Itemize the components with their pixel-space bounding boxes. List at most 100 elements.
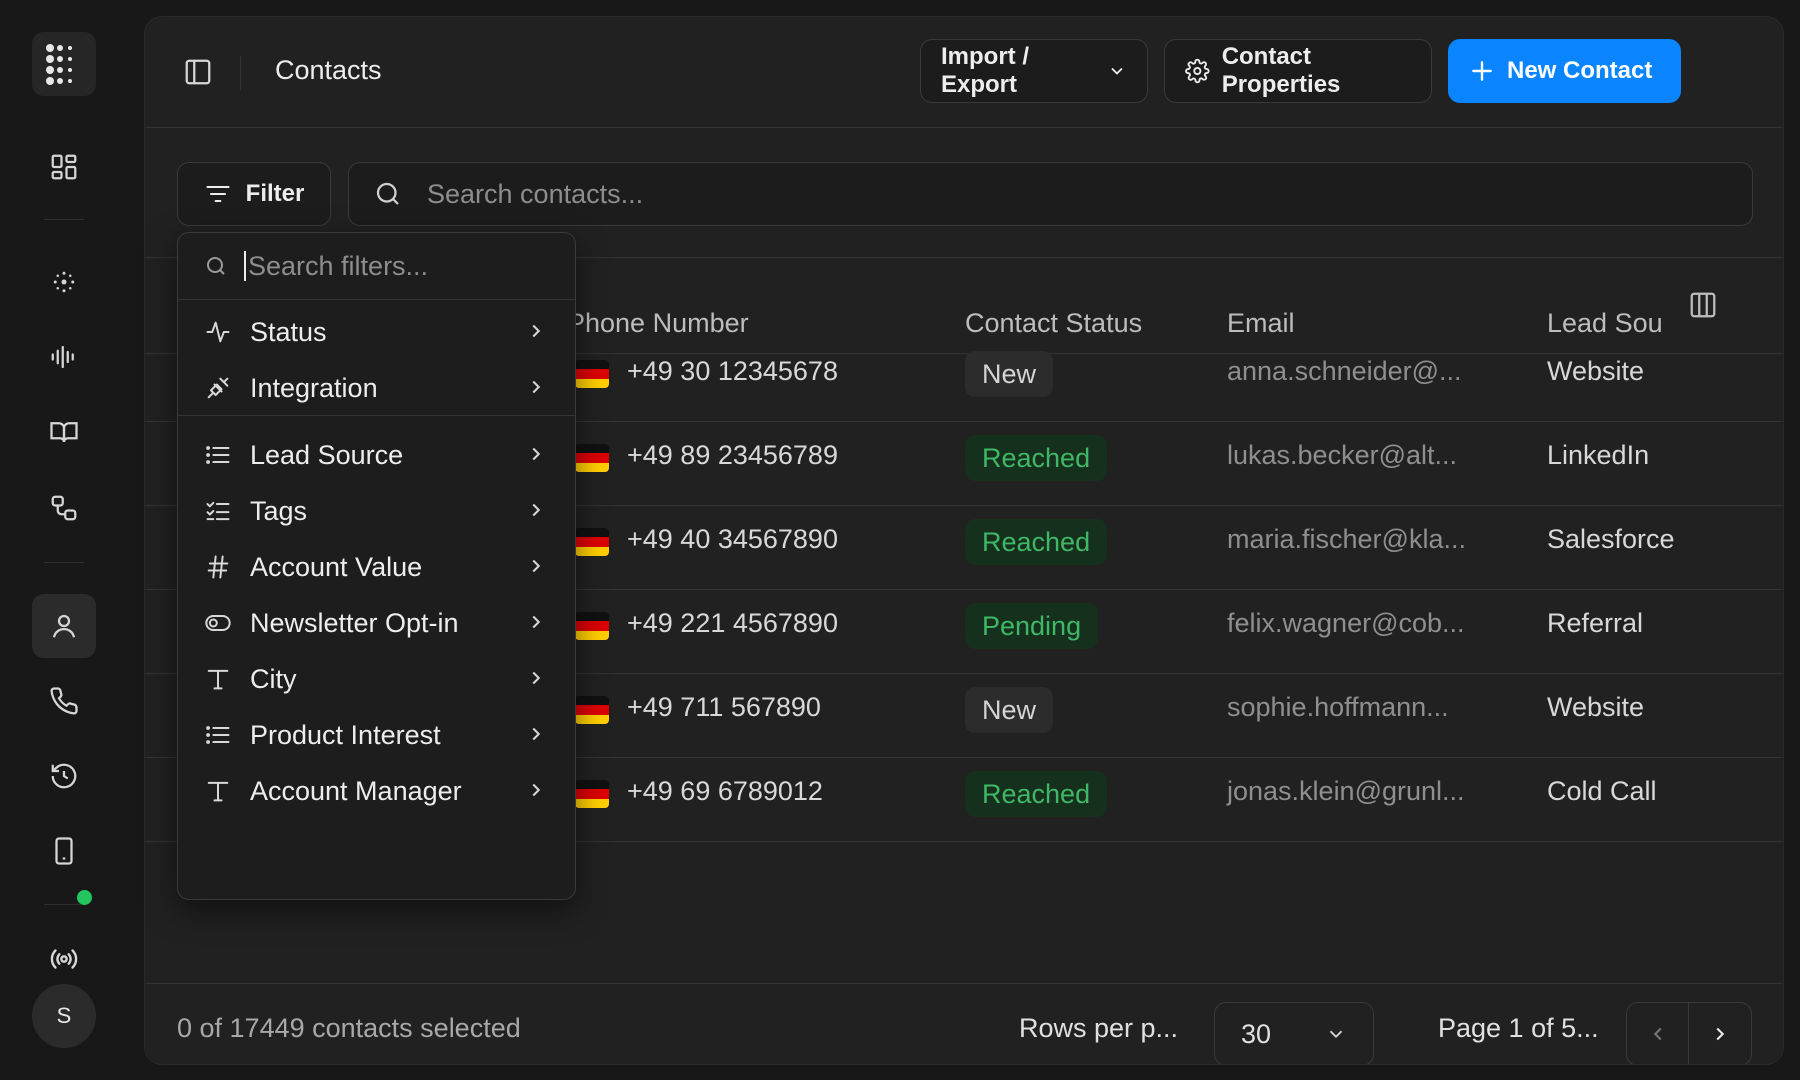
rows-per-page-label: Rows per p... bbox=[1019, 1013, 1179, 1043]
filter-item-account-value[interactable]: Account Value bbox=[178, 535, 575, 599]
sidebar-toggle-button[interactable] bbox=[183, 57, 213, 87]
columns-icon bbox=[1690, 292, 1716, 318]
online-status-dot bbox=[77, 890, 92, 905]
filter-item-lead-source[interactable]: Lead Source bbox=[178, 423, 575, 487]
filter-label: Filter bbox=[245, 180, 305, 207]
phone-icon bbox=[50, 687, 78, 715]
app-logo[interactable] bbox=[32, 32, 96, 96]
chevron-right-icon bbox=[525, 555, 547, 577]
rows-per-page-select[interactable]: 30 bbox=[1214, 1002, 1374, 1064]
mobile-icon bbox=[55, 837, 73, 865]
search-icon bbox=[207, 257, 225, 275]
status-badge: Reached bbox=[965, 435, 1108, 481]
import-export-label: Import / Export bbox=[941, 43, 1029, 98]
search-input[interactable]: Search contacts... bbox=[348, 162, 1753, 226]
filter-item-label: Status bbox=[250, 316, 327, 347]
text-icon bbox=[202, 663, 234, 695]
filter-item-label: Newsletter Opt-in bbox=[250, 607, 459, 638]
filter-item-integration[interactable]: Integration bbox=[178, 356, 575, 420]
import-export-button[interactable]: Import / Export bbox=[920, 39, 1148, 103]
chevron-right-icon bbox=[1716, 1027, 1725, 1041]
email-cell[interactable]: lukas.becker@alt... bbox=[1227, 440, 1457, 471]
sidebar-item-agents[interactable] bbox=[32, 250, 96, 314]
email-cell[interactable]: felix.wagner@cob... bbox=[1227, 608, 1465, 639]
email-cell[interactable]: maria.fischer@kla... bbox=[1227, 524, 1466, 555]
filter-item-label: Tags bbox=[250, 495, 308, 526]
chevron-down-icon bbox=[1329, 1030, 1343, 1039]
gear-icon bbox=[1185, 58, 1210, 84]
dashboard-icon bbox=[51, 154, 77, 180]
filter-item-label: Account Value bbox=[250, 551, 423, 582]
email-cell[interactable]: jonas.klein@grunl... bbox=[1227, 776, 1465, 807]
list-icon bbox=[202, 439, 234, 471]
toggle-icon bbox=[202, 607, 234, 639]
chevron-right-icon bbox=[525, 499, 547, 521]
new-contact-label: New Contact bbox=[1507, 57, 1653, 84]
plug-icon bbox=[202, 372, 234, 404]
avatar[interactable]: S bbox=[32, 984, 96, 1048]
phone-cell: +49 89 23456789 bbox=[627, 440, 838, 470]
dot-grid-icon bbox=[53, 271, 75, 293]
selection-count: 0 of 17449 contacts selected bbox=[177, 1013, 521, 1043]
filter-button[interactable]: Filter bbox=[177, 162, 331, 226]
filter-item-account-manager[interactable]: Account Manager bbox=[178, 759, 575, 823]
filter-item-label: City bbox=[250, 663, 297, 694]
sidebar-item-workflows[interactable] bbox=[32, 476, 96, 540]
filter-item-product-interest[interactable]: Product Interest bbox=[178, 703, 575, 767]
germany-flag-icon bbox=[575, 360, 609, 388]
sidebar-item-history[interactable] bbox=[32, 744, 96, 808]
filter-search-placeholder: Search filters... bbox=[248, 250, 429, 281]
sidebar-item-dashboard[interactable] bbox=[32, 135, 96, 199]
chevron-left-icon bbox=[1653, 1027, 1661, 1041]
email-cell[interactable]: sophie.hoffmann... bbox=[1227, 692, 1449, 723]
text-icon bbox=[202, 775, 234, 807]
column-toggle-button[interactable] bbox=[1688, 290, 1718, 320]
lead-source-cell: Cold Call bbox=[1547, 776, 1657, 806]
filter-item-label: Account Manager bbox=[250, 775, 462, 806]
lead-source-cell: Referral bbox=[1547, 608, 1644, 638]
search-placeholder: Search contacts... bbox=[427, 178, 644, 209]
logo-dots-icon bbox=[46, 44, 72, 85]
lead-source-cell: Salesforce bbox=[1547, 524, 1675, 554]
contact-properties-button[interactable]: Contact Properties bbox=[1164, 39, 1432, 103]
filter-item-label: Lead Source bbox=[250, 439, 404, 470]
chevron-right-icon bbox=[525, 779, 547, 801]
previous-page-button[interactable] bbox=[1627, 1003, 1690, 1064]
filter-item-tags[interactable]: Tags bbox=[178, 479, 575, 543]
germany-flag-icon bbox=[575, 528, 609, 556]
activity-icon bbox=[202, 316, 234, 348]
next-page-button[interactable] bbox=[1689, 1003, 1751, 1064]
sidebar-item-calls[interactable] bbox=[32, 669, 96, 733]
chevron-right-icon bbox=[525, 611, 547, 633]
sidebar-item-devices[interactable] bbox=[32, 819, 96, 883]
text-caret bbox=[244, 251, 246, 281]
lead-source-cell: Website bbox=[1547, 692, 1645, 722]
sidebar-item-voice[interactable] bbox=[32, 325, 96, 389]
user-icon bbox=[52, 614, 76, 638]
plus-icon bbox=[1472, 61, 1492, 81]
status-badge: New bbox=[965, 351, 1054, 397]
filter-search-input[interactable]: Search filters... bbox=[178, 233, 575, 300]
chevron-right-icon bbox=[525, 443, 547, 465]
sidebar-item-knowledge[interactable] bbox=[32, 400, 96, 464]
broadcast-icon bbox=[50, 949, 78, 969]
phone-cell: +49 40 34567890 bbox=[627, 524, 838, 554]
filter-item-newsletter-opt-in[interactable]: Newsletter Opt-in bbox=[178, 591, 575, 655]
germany-flag-icon bbox=[575, 444, 609, 472]
status-badge: Reached bbox=[965, 519, 1108, 565]
filter-item-city[interactable]: City bbox=[178, 647, 575, 711]
left-rail: S bbox=[0, 0, 128, 1080]
sidebar-item-contacts[interactable] bbox=[32, 594, 96, 658]
sidebar-item-live[interactable] bbox=[32, 927, 96, 991]
chevron-right-icon bbox=[525, 376, 547, 398]
status-badge: Reached bbox=[965, 771, 1108, 817]
new-contact-button[interactable]: New Contact bbox=[1448, 39, 1681, 103]
lead-source-cell: LinkedIn bbox=[1547, 440, 1650, 470]
filter-dropdown: Search filters... Status Integration Lead … bbox=[177, 232, 576, 900]
germany-flag-icon bbox=[575, 612, 609, 640]
filter-item-label: Integration bbox=[250, 372, 378, 403]
chevron-right-icon bbox=[525, 320, 547, 342]
hash-icon bbox=[202, 551, 234, 583]
filter-item-status[interactable]: Status bbox=[178, 300, 575, 364]
email-cell[interactable]: anna.schneider@... bbox=[1227, 356, 1462, 387]
